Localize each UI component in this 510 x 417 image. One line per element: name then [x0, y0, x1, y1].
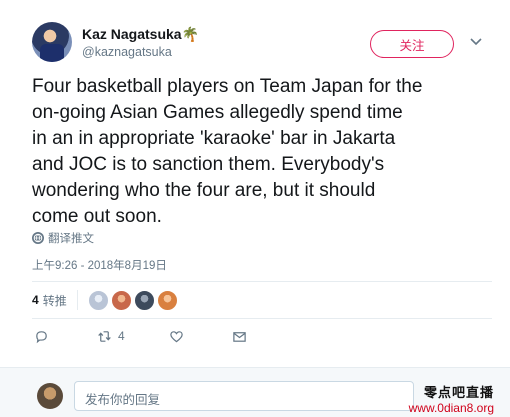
palm-tree-emoji: 🌴: [181, 26, 200, 42]
stats-separator: [76, 290, 78, 310]
globe-icon: [32, 232, 44, 244]
tweet-stats: 4 转推: [32, 287, 178, 313]
chevron-down-icon[interactable]: [468, 34, 484, 50]
reply-button[interactable]: [34, 329, 49, 344]
current-user-avatar: [37, 383, 63, 409]
retweeter-avatar[interactable]: [133, 289, 155, 311]
retweeter-avatars: [87, 289, 178, 311]
tweet-text-line: wondering who the four are, but it shoul…: [32, 180, 376, 201]
tweet-card: Kaz Nagatsuka🌴 @kaznagatsuka 关注 Four bas…: [0, 0, 510, 417]
watermark: 零点吧直播 www.0dian8.org: [409, 382, 494, 415]
tweet-text-line: Four basketball players on Team Japan fo…: [32, 76, 423, 97]
author-display-name[interactable]: Kaz Nagatsuka🌴: [82, 26, 199, 43]
retweet-button[interactable]: 4: [97, 329, 125, 344]
envelope-icon: [232, 331, 246, 342]
follow-button[interactable]: 关注: [370, 30, 454, 58]
reply-input[interactable]: 发布你的回复: [74, 381, 414, 411]
author-handle[interactable]: @kaznagatsuka: [82, 45, 172, 59]
divider: [32, 281, 492, 282]
watermark-url: www.0dian8.org: [408, 401, 494, 415]
translate-label[interactable]: 翻译推文: [48, 230, 94, 246]
like-button[interactable]: [169, 329, 184, 344]
heart-icon: [169, 330, 183, 342]
direct-message-button[interactable]: [232, 329, 247, 344]
author-avatar[interactable]: [32, 22, 72, 62]
reply-icon: [36, 330, 47, 343]
watermark-title: 零点吧直播: [423, 385, 494, 400]
tweet-text-line: and JOC is to sanction them. Everybody's: [32, 154, 385, 175]
tweet-text: Four basketball players on Team Japan fo…: [32, 74, 492, 230]
tweet-actions: 4: [32, 326, 247, 346]
tweet-text-line: in an in appropriate 'karaoke' bar in Ja…: [32, 128, 396, 149]
tweet-text-line: on-going Asian Games allegedly spend tim…: [32, 102, 403, 123]
tweet-header: Kaz Nagatsuka🌴 @kaznagatsuka 关注: [32, 22, 492, 68]
retweet-count[interactable]: 4: [32, 293, 39, 307]
retweet-label[interactable]: 转推: [43, 292, 67, 309]
tweet-timestamp[interactable]: 上午9:26 - 2018年8月19日: [32, 257, 167, 273]
retweeter-avatar[interactable]: [156, 289, 178, 311]
tweet-text-line: come out soon.: [32, 206, 162, 227]
retweeter-avatar[interactable]: [87, 289, 109, 311]
retweeter-avatar[interactable]: [110, 289, 132, 311]
divider: [32, 318, 492, 319]
author-name-text[interactable]: Kaz Nagatsuka: [82, 26, 182, 42]
translate-link[interactable]: 翻译推文: [32, 230, 94, 246]
retweet-action-count: 4: [118, 329, 125, 343]
retweet-icon: [98, 330, 111, 342]
